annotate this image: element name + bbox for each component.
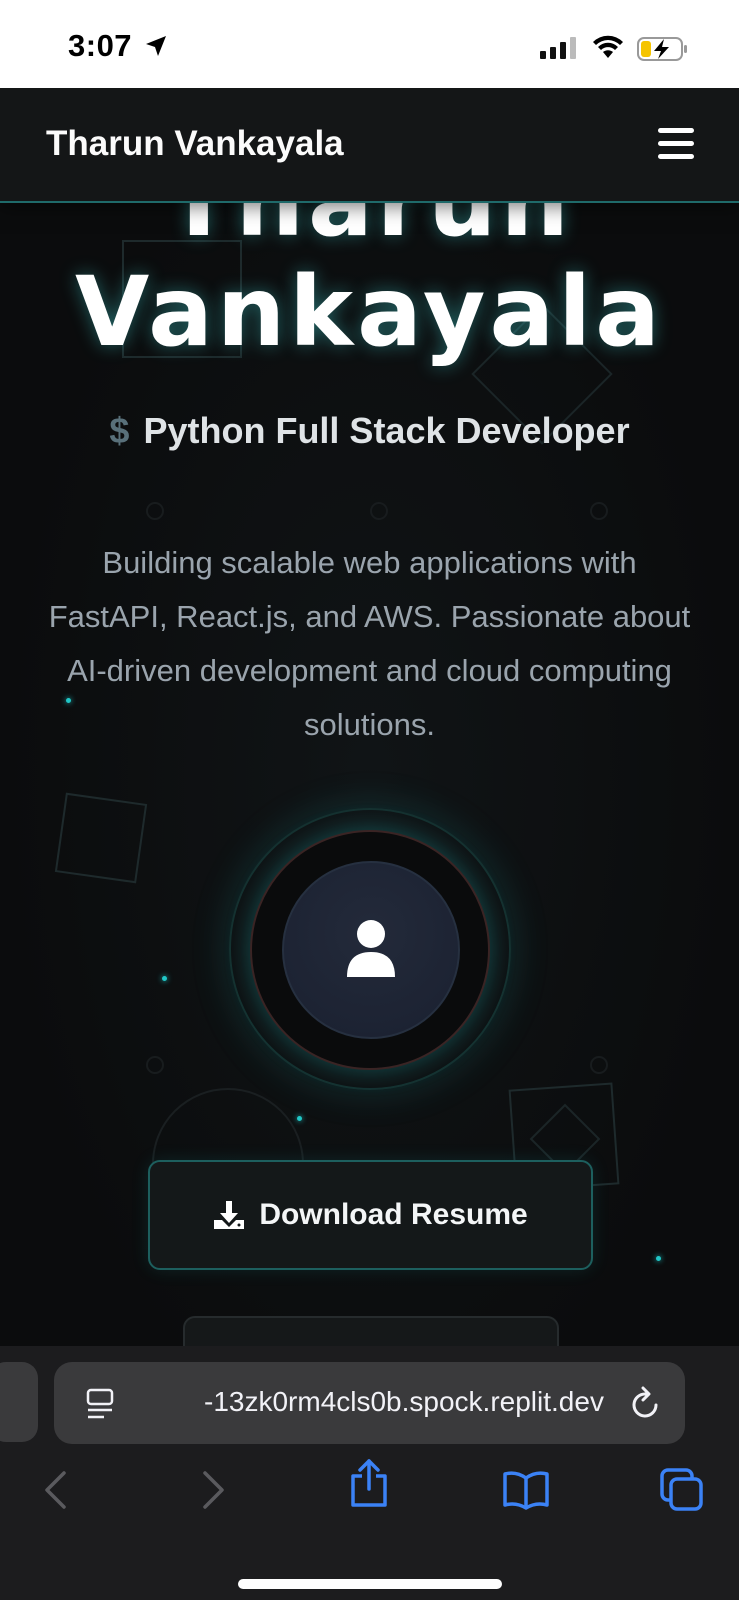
status-time: 3:07 xyxy=(68,28,133,63)
download-icon xyxy=(214,1201,245,1229)
bookmarks-icon[interactable] xyxy=(502,1470,550,1510)
back-chevron-icon[interactable] xyxy=(42,1470,68,1510)
decorative-dot xyxy=(146,1056,164,1074)
previous-tab-peek[interactable] xyxy=(0,1362,38,1442)
tabs-icon[interactable] xyxy=(660,1468,704,1512)
decorative-square xyxy=(54,792,148,884)
role-title: Python Full Stack Developer xyxy=(143,410,630,451)
decorative-dot xyxy=(370,502,388,520)
site-title[interactable]: Tharun Vankayala xyxy=(46,124,344,164)
bio-text: Building scalable web applications with … xyxy=(48,545,691,742)
user-icon xyxy=(347,920,395,977)
home-indicator[interactable] xyxy=(238,1579,502,1589)
download-resume-button[interactable]: Download Resume xyxy=(148,1160,593,1270)
glow-particle xyxy=(297,1116,302,1121)
hero-name-last: Vankayala xyxy=(75,256,664,368)
role-line: $ Python Full Stack Developer xyxy=(0,410,739,452)
share-icon[interactable] xyxy=(349,1458,389,1508)
web-page: Tharun Vankayala Tharun Vankayala $Pytho… xyxy=(0,88,739,1346)
wifi-icon xyxy=(593,35,623,58)
safari-toolbar: -13zk0rm4cls0b.spock.replit.dev xyxy=(0,1346,739,1600)
decorative-dot xyxy=(590,1056,608,1074)
terminal-prompt: $ xyxy=(109,410,130,451)
download-resume-label: Download Resume xyxy=(259,1198,528,1231)
address-bar[interactable]: -13zk0rm4cls0b.spock.replit.dev xyxy=(54,1362,685,1444)
secondary-button[interactable] xyxy=(183,1316,559,1346)
reload-icon[interactable] xyxy=(630,1386,662,1420)
status-bar: 3:07 xyxy=(0,0,739,88)
decorative-dot xyxy=(146,502,164,520)
forward-chevron-icon[interactable] xyxy=(201,1470,227,1510)
battery-charging-icon xyxy=(637,37,687,61)
glow-particle xyxy=(656,1256,661,1261)
avatar xyxy=(282,861,460,1039)
cellular-signal-icon xyxy=(540,37,576,59)
site-header: Tharun Vankayala xyxy=(0,88,739,203)
url-text: -13zk0rm4cls0b.spock.replit.dev xyxy=(204,1386,604,1417)
hamburger-menu-icon[interactable] xyxy=(658,128,694,160)
page-menu-icon[interactable] xyxy=(86,1388,116,1420)
decorative-dot xyxy=(590,502,608,520)
location-arrow-icon xyxy=(146,36,166,56)
glow-particle xyxy=(162,976,167,981)
